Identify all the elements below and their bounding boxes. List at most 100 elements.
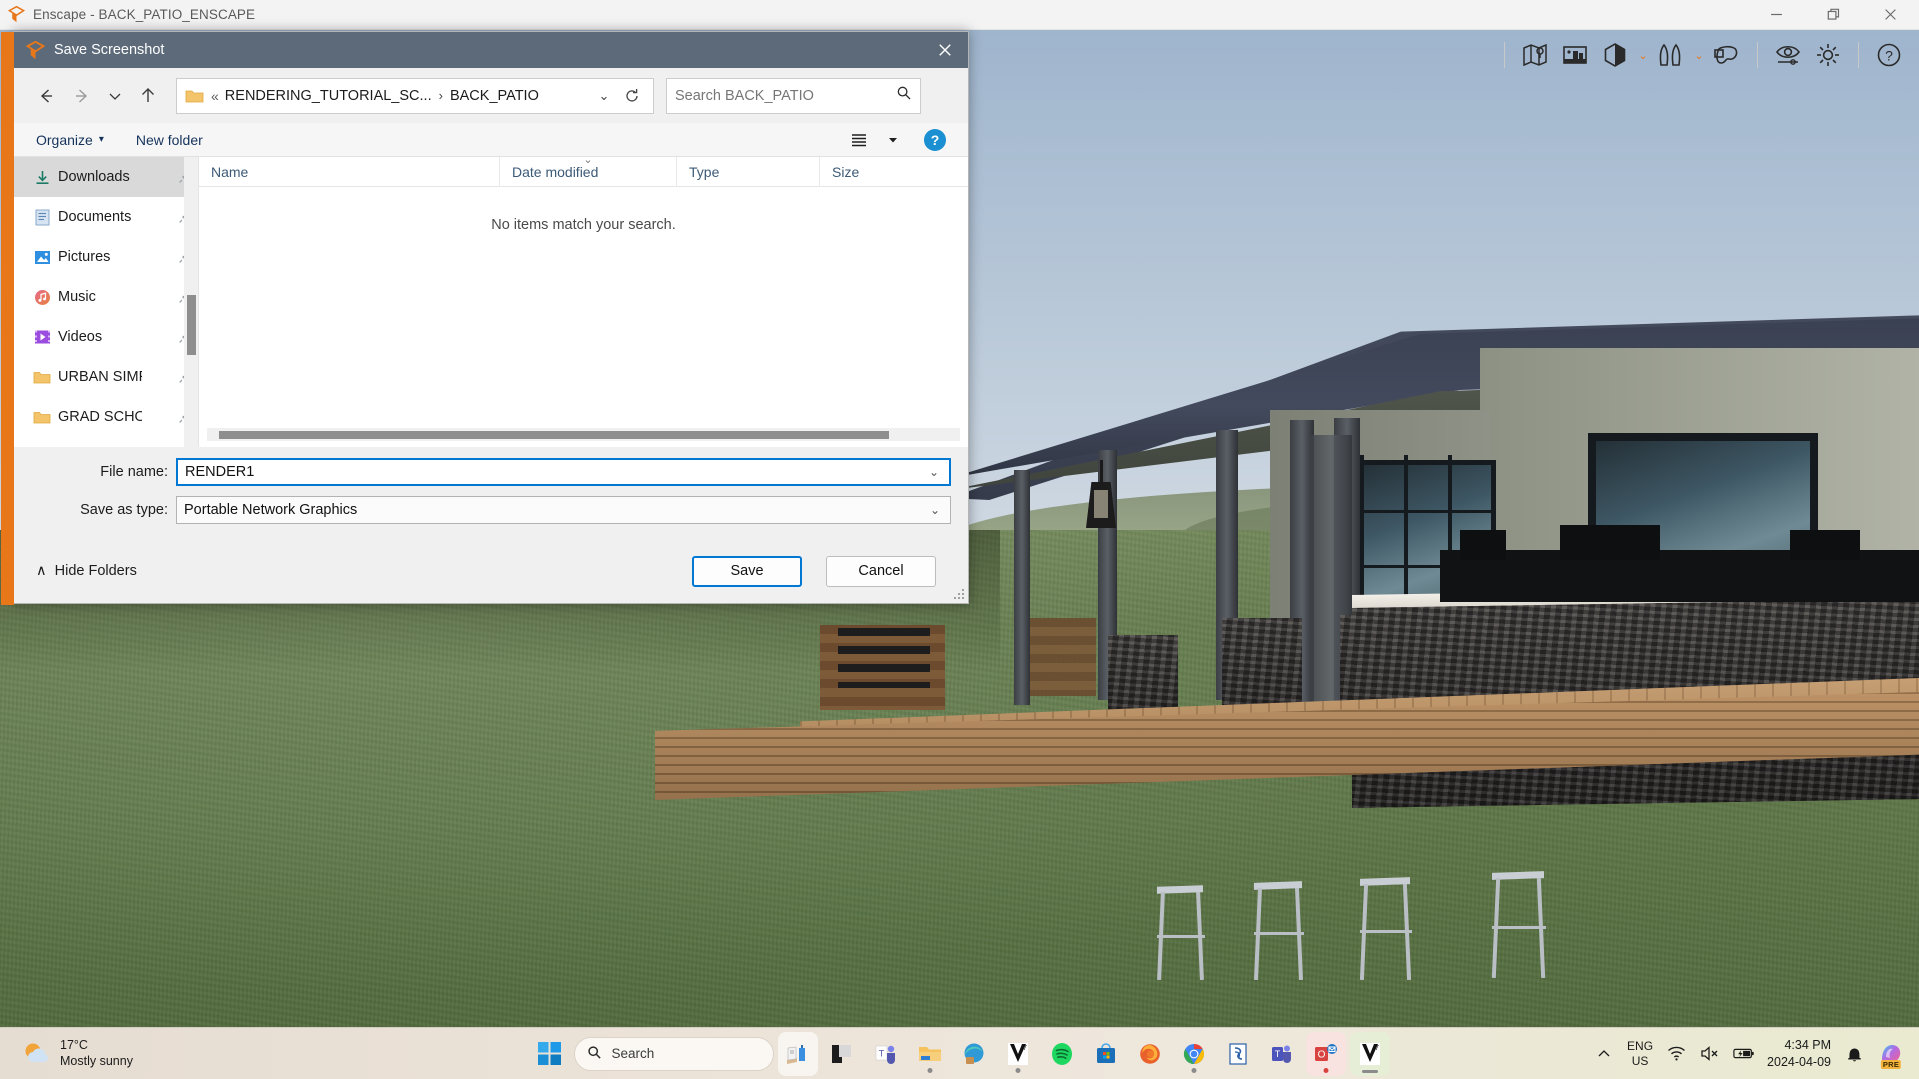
close-icon[interactable] <box>1862 0 1919 30</box>
search-icon[interactable] <box>896 85 912 106</box>
recent-locations-chevron-icon[interactable] <box>100 78 130 114</box>
microsoft-teams-work-icon[interactable]: T <box>1262 1032 1302 1076</box>
view-options-caret-icon[interactable] <box>878 127 908 153</box>
render-quality-caret-icon[interactable]: ⌄ <box>1635 49 1651 62</box>
save-as-type-value[interactable] <box>184 502 924 518</box>
forward-arrow-icon[interactable] <box>64 78 100 114</box>
sidebar-item-grad-school[interactable]: GRAD SCHO <box>14 397 198 437</box>
bluebeam-revu-icon[interactable] <box>1218 1032 1258 1076</box>
google-chrome-icon[interactable] <box>1174 1032 1214 1076</box>
taskbar-center: Search T 7 T O 7 <box>530 1031 1390 1076</box>
sidebar-item-documents[interactable]: Documents <box>14 197 198 237</box>
microsoft-teams-icon[interactable]: T <box>866 1032 906 1076</box>
pictures-icon <box>32 247 52 267</box>
sketchup-icon[interactable]: 7 <box>998 1032 1038 1076</box>
breadcrumb-segment-2[interactable]: BACK_PATIO <box>450 88 539 104</box>
column-header-size[interactable]: Size <box>819 156 929 187</box>
vr-headset-icon[interactable] <box>1707 35 1747 75</box>
clock[interactable]: 4:34 PM 2024-04-09 <box>1767 1037 1831 1070</box>
visual-settings-icon[interactable] <box>1768 35 1808 75</box>
microsoft-edge-icon[interactable] <box>954 1032 994 1076</box>
help-icon[interactable]: ? <box>1869 35 1909 75</box>
search-input[interactable] <box>675 87 896 104</box>
map-pin-icon[interactable] <box>1515 35 1555 75</box>
running-indicator <box>1191 1067 1196 1073</box>
sketchup-enscape-icon[interactable]: 7 <box>1349 1031 1390 1076</box>
back-arrow-icon[interactable] <box>28 78 64 114</box>
search-box[interactable] <box>666 77 921 114</box>
microsoft-store-icon[interactable] <box>1086 1032 1126 1076</box>
save-button[interactable]: Save <box>692 555 802 587</box>
restore-icon[interactable] <box>1805 0 1862 30</box>
active-window-indicator <box>1361 1069 1378 1073</box>
chevron-down-icon[interactable]: ⌄ <box>924 503 946 517</box>
breadcrumb-segment-1[interactable]: RENDERING_TUTORIAL_SC... <box>225 88 432 104</box>
file-list-horizontal-scrollbar[interactable] <box>207 428 960 441</box>
documents-icon <box>32 207 52 227</box>
sidebar-item-urban-simp[interactable]: URBAN SIMP <box>14 357 198 397</box>
column-header-type[interactable]: Type <box>676 156 819 187</box>
address-bar[interactable]: « RENDERING_TUTORIAL_SC... › BACK_PATIO … <box>176 77 654 114</box>
firefox-icon[interactable] <box>1130 1032 1170 1076</box>
folder-icon <box>183 85 205 107</box>
minimize-icon[interactable] <box>1748 0 1805 30</box>
sidebar-item-music[interactable]: Music <box>14 277 198 317</box>
refresh-icon[interactable] <box>617 88 647 104</box>
app-title-bar[interactable]: Enscape - BACK_PATIO_ENSCAPE <box>0 0 1919 30</box>
sidebar-item-downloads[interactable]: Downloads <box>14 157 198 197</box>
hide-folders-button[interactable]: ∧ Hide Folders <box>36 563 137 579</box>
up-arrow-icon[interactable] <box>130 78 166 114</box>
sidebar-item-winter[interactable]: WINTER 202 <box>14 437 198 447</box>
app-title: Enscape - BACK_PATIO_ENSCAPE <box>33 7 256 22</box>
close-icon[interactable] <box>922 32 968 68</box>
sidebar-item-videos[interactable]: Videos <box>14 317 198 357</box>
column-header-date-modified[interactable]: ⌄ Date modified <box>499 154 676 187</box>
sidebar-item-label: URBAN SIMP <box>58 369 142 385</box>
tray-overflow-chevron-icon[interactable] <box>1593 1043 1615 1065</box>
dialog-body: Downloads Documents Pictures Music Video… <box>14 154 968 447</box>
file-name-input[interactable] <box>185 464 923 480</box>
window-controls <box>1748 0 1919 30</box>
chevron-down-icon[interactable]: ⌄ <box>923 465 945 479</box>
scrollbar-thumb[interactable] <box>187 295 196 355</box>
wifi-icon[interactable] <box>1665 1043 1687 1065</box>
help-icon[interactable]: ? <box>924 128 946 151</box>
file-list-pane[interactable]: Name ⌄ Date modified Type Size No items … <box>199 154 968 447</box>
organize-button[interactable]: Organize ▾ <box>36 132 104 148</box>
new-folder-button[interactable]: New folder <box>136 132 203 148</box>
volume-muted-icon[interactable] <box>1699 1043 1721 1065</box>
navigation-pane-scrollbar[interactable] <box>184 157 198 447</box>
column-header-name[interactable]: Name <box>199 157 499 187</box>
language-indicator[interactable]: ENG US <box>1627 1039 1653 1069</box>
copilot-icon[interactable]: PRE <box>1877 1040 1905 1069</box>
breadcrumb-overflow[interactable]: « <box>205 88 225 104</box>
toolbar-divider-3 <box>1858 42 1859 68</box>
view-list-icon[interactable] <box>844 127 874 153</box>
asset-library-icon[interactable] <box>1651 35 1691 75</box>
resize-grip[interactable] <box>953 588 965 600</box>
adobe-lightroom-icon[interactable] <box>822 1032 862 1076</box>
bell-icon[interactable] <box>1843 1043 1865 1065</box>
gear-icon[interactable] <box>1808 35 1848 75</box>
file-name-field[interactable]: ⌄ <box>176 458 951 486</box>
windows-start-icon[interactable] <box>530 1034 570 1074</box>
sidebar-item-label: Downloads <box>58 169 130 185</box>
cancel-button[interactable]: Cancel <box>826 555 936 587</box>
taskbar-search-box[interactable]: Search <box>573 1036 774 1071</box>
music-icon <box>32 287 52 307</box>
spotify-icon[interactable] <box>1042 1032 1082 1076</box>
panorama-icon[interactable] <box>1555 35 1595 75</box>
notebook-app-icon[interactable] <box>777 1031 818 1076</box>
render-quality-icon[interactable] <box>1595 35 1635 75</box>
weather-widget[interactable]: 17°C Mostly sunny <box>22 1038 133 1069</box>
microsoft-outlook-icon[interactable]: O <box>1305 1031 1346 1076</box>
chevron-down-icon[interactable]: ⌄ <box>591 88 617 104</box>
sidebar-item-pictures[interactable]: Pictures <box>14 237 198 277</box>
file-explorer-icon[interactable] <box>910 1032 950 1076</box>
scrollbar-thumb[interactable] <box>219 431 889 439</box>
dialog-title-bar[interactable]: Save Screenshot <box>14 32 968 68</box>
save-as-type-field[interactable]: ⌄ <box>176 496 951 524</box>
svg-text:7: 7 <box>1375 1045 1379 1052</box>
asset-library-caret-icon[interactable]: ⌄ <box>1691 49 1707 62</box>
battery-charging-icon[interactable] <box>1733 1043 1755 1065</box>
